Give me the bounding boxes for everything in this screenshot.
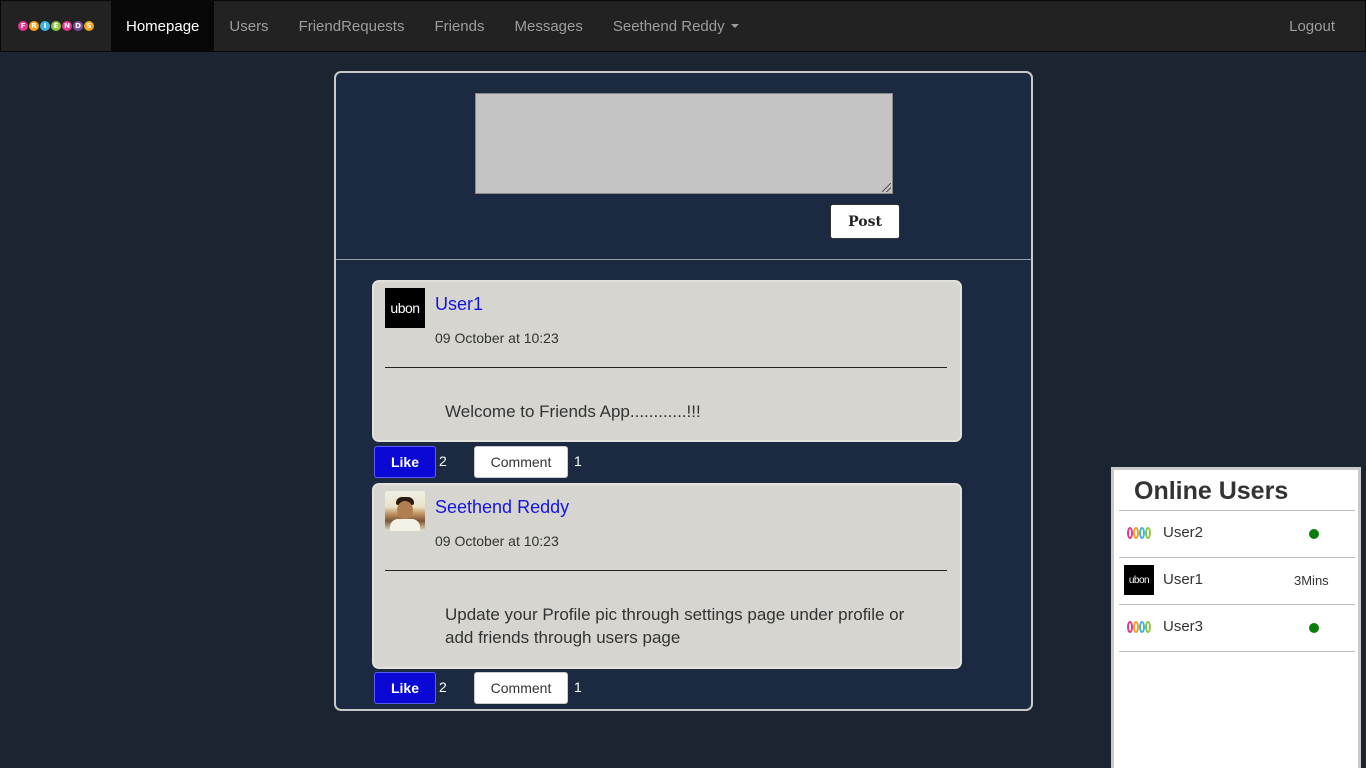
post-timestamp: 09 October at 10:23 [435, 330, 559, 346]
list-item[interactable]: User2 [1119, 511, 1355, 558]
like-button[interactable]: Like [374, 446, 436, 478]
nav-homepage[interactable]: Homepage [111, 1, 215, 51]
online-status-icon [1309, 623, 1319, 633]
feed-panel: Post ubon User1 09 October at 10:23 Welc… [334, 71, 1033, 711]
nav-friends[interactable]: Friends [419, 1, 499, 51]
brand-logo[interactable]: FRIENDS [1, 1, 111, 51]
online-users-panel: Online Users User2 ubon User1 3Mins User… [1111, 467, 1361, 768]
comment-button[interactable]: Comment [474, 446, 568, 478]
post-author-link[interactable]: Seethend Reddy [435, 497, 569, 518]
brand-letter: F [18, 21, 28, 31]
post-timestamp: 09 October at 10:23 [435, 533, 559, 549]
online-users-list: User2 ubon User1 3Mins User3 [1119, 510, 1355, 652]
top-navbar: FRIENDS Homepage Users FriendRequests Fr… [0, 0, 1366, 52]
post-divider [385, 570, 947, 571]
comment-button[interactable]: Comment [474, 672, 568, 704]
post-card: ubon User1 09 October at 10:23 Welcome t… [372, 280, 962, 442]
composer-divider [336, 259, 1031, 260]
brand-letter: D [73, 21, 83, 31]
nav-logout[interactable]: Logout [1274, 1, 1365, 51]
like-count: 2 [439, 453, 447, 469]
avatar-face [397, 501, 413, 519]
comment-count: 1 [574, 679, 582, 695]
brand-letter: R [29, 21, 39, 31]
last-seen-text: 3Mins [1294, 573, 1329, 588]
brand-letter: N [62, 21, 72, 31]
online-status-icon [1309, 529, 1319, 539]
nav-profile-dropdown[interactable]: Seethend Reddy [598, 1, 754, 51]
brand-letter: S [84, 21, 94, 31]
list-item[interactable]: User3 [1119, 605, 1355, 652]
list-item[interactable]: ubon User1 3Mins [1119, 558, 1355, 605]
online-user-name: User1 [1163, 571, 1204, 588]
friends-logo-icon [1124, 518, 1154, 548]
caret-down-icon [730, 24, 739, 28]
nav-users[interactable]: Users [214, 1, 283, 51]
avatar: ubon [1124, 565, 1154, 595]
post-body: Update your Profile pic through settings… [445, 605, 905, 647]
friends-logo-icon [1124, 612, 1154, 642]
nav-messages[interactable]: Messages [499, 1, 597, 51]
profile-dropdown-label: Seethend Reddy [612, 17, 725, 35]
brand-letter: E [51, 21, 61, 31]
like-button[interactable]: Like [374, 672, 436, 704]
post-author-link[interactable]: User1 [435, 294, 483, 315]
friends-logo-icon: FRIENDS [18, 21, 94, 31]
post-body: Welcome to Friends App............!!! [445, 402, 701, 421]
nav-friend-requests[interactable]: FriendRequests [284, 1, 420, 51]
avatar[interactable]: ubon [385, 288, 425, 328]
post-button[interactable]: Post [830, 204, 900, 239]
resize-grip-icon[interactable] [882, 183, 891, 192]
online-user-name: User3 [1163, 618, 1204, 635]
online-user-name: User2 [1163, 524, 1204, 541]
online-users-title: Online Users [1134, 477, 1289, 505]
post-divider [385, 367, 947, 368]
comment-count: 1 [574, 453, 582, 469]
post-composer-textarea[interactable] [475, 93, 893, 194]
like-count: 2 [439, 679, 447, 695]
brand-letter: I [40, 21, 50, 31]
avatar[interactable] [385, 491, 425, 531]
avatar-shirt [390, 519, 420, 531]
post-card: Seethend Reddy 09 October at 10:23 Updat… [372, 483, 962, 669]
